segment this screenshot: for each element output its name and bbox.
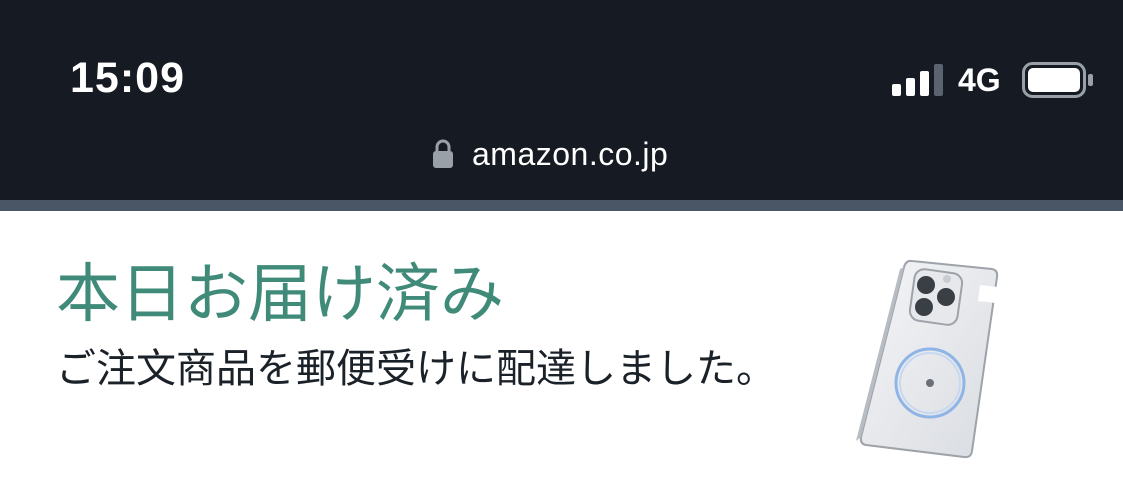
lock-icon (433, 139, 453, 168)
delivery-notification[interactable]: 本日お届け済み ご注文商品を郵便受けに配達しました。 (0, 211, 1123, 488)
delivery-status-heading: 本日お届け済み (56, 258, 504, 332)
status-bar: 15:09 4G amazon.co.jp (0, 0, 1123, 200)
address-bar[interactable]: amazon.co.jp (432, 132, 668, 176)
clock-time: 15:09 (70, 54, 185, 102)
network-type: 4G (958, 62, 1001, 98)
url-text: amazon.co.jp (472, 136, 669, 172)
phone-case-product-image[interactable] (852, 255, 1002, 459)
cellular-signal-icon (892, 64, 943, 96)
header-divider (0, 200, 1123, 211)
battery-icon (1022, 62, 1093, 98)
delivery-message: ご注文商品を郵便受けに配達しました。 (56, 346, 776, 392)
